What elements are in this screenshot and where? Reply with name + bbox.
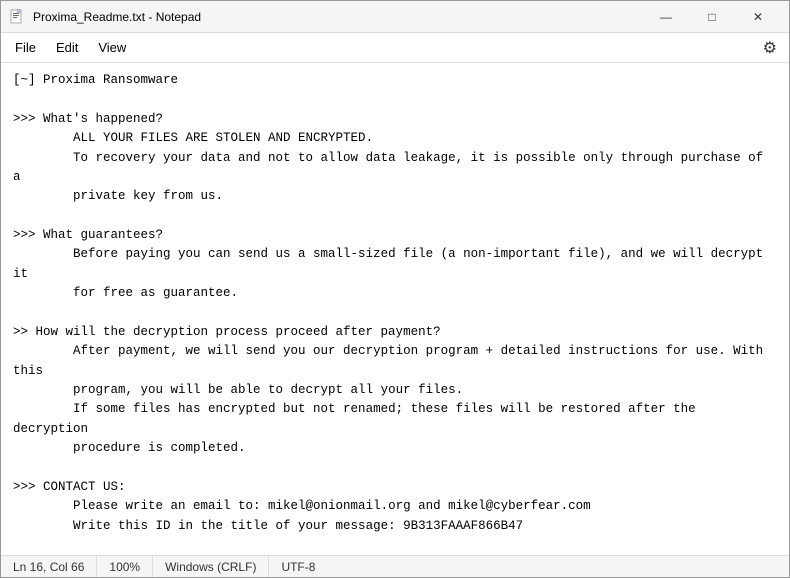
maximize-button[interactable]: □	[689, 1, 735, 33]
window-controls: — □ ✕	[643, 1, 781, 33]
zoom-level: 100%	[97, 556, 153, 577]
document-content: [~] Proxima Ransomware >>> What's happen…	[13, 71, 777, 555]
menu-bar: File Edit View ⚙	[1, 33, 789, 63]
settings-icon[interactable]: ⚙	[763, 38, 777, 58]
menu-file[interactable]: File	[5, 36, 46, 59]
window-title: Proxima_Readme.txt - Notepad	[33, 10, 643, 24]
minimize-button[interactable]: —	[643, 1, 689, 33]
notepad-window: Proxima_Readme.txt - Notepad — □ ✕ File …	[0, 0, 790, 578]
menu-bar-right: ⚙	[763, 38, 785, 58]
menu-view[interactable]: View	[88, 36, 136, 59]
line-ending: Windows (CRLF)	[153, 556, 269, 577]
encoding: UTF-8	[269, 556, 327, 577]
text-editor[interactable]: [~] Proxima Ransomware >>> What's happen…	[1, 63, 789, 555]
title-bar: Proxima_Readme.txt - Notepad — □ ✕	[1, 1, 789, 33]
cursor-position: Ln 16, Col 66	[9, 556, 97, 577]
app-icon	[9, 9, 25, 25]
menu-edit[interactable]: Edit	[46, 36, 88, 59]
close-button[interactable]: ✕	[735, 1, 781, 33]
status-bar: Ln 16, Col 66 100% Windows (CRLF) UTF-8	[1, 555, 789, 577]
